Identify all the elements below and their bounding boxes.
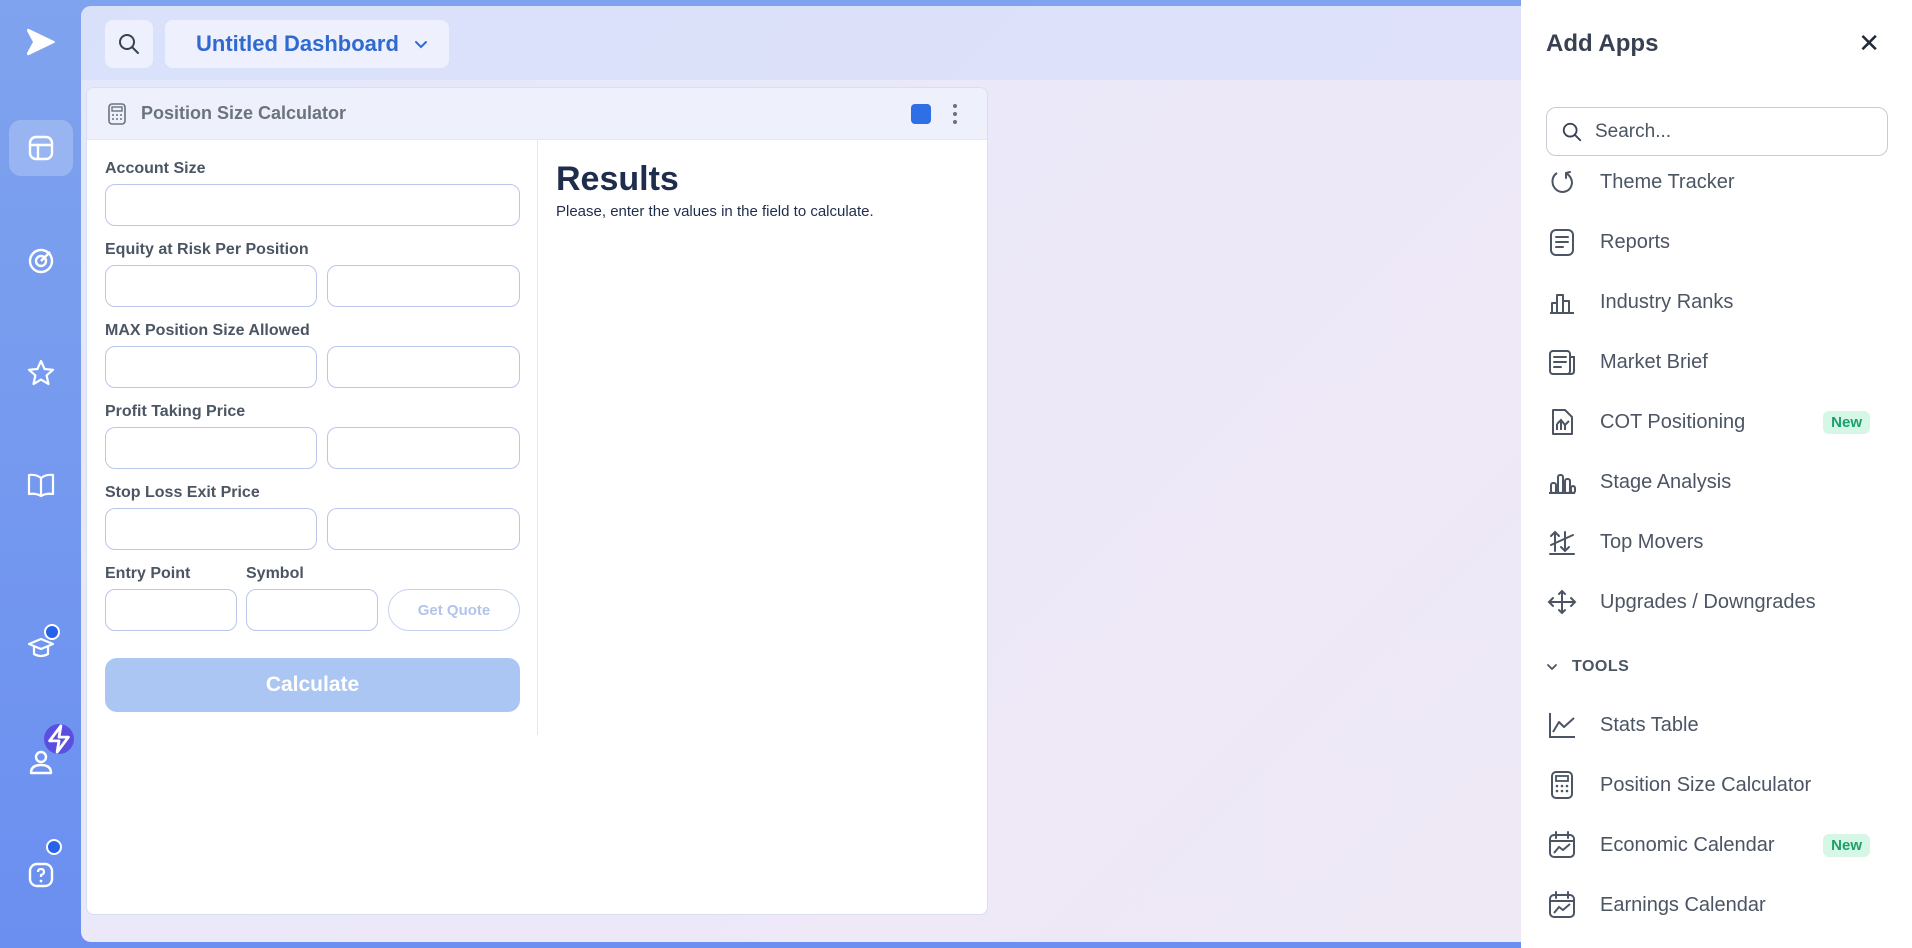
symbol-input[interactable] — [246, 589, 378, 631]
new-badge: New — [1823, 833, 1870, 857]
app-item-market-brief[interactable]: Market Brief — [1546, 340, 1888, 384]
equity-at-risk-input[interactable] — [105, 265, 317, 307]
search-button[interactable] — [105, 20, 153, 68]
account-size-input[interactable] — [105, 184, 520, 226]
calculator-icon — [108, 102, 126, 125]
equity-at-risk-label: Equity at Risk Per Position — [105, 241, 309, 258]
app-item-top-movers[interactable]: Top Movers — [1546, 520, 1888, 564]
chevron-down-icon — [1547, 664, 1557, 671]
account-nav-button[interactable] — [9, 724, 74, 790]
notification-dot — [44, 624, 60, 640]
search-icon — [119, 34, 139, 54]
max-position-percent-input[interactable] — [327, 346, 520, 388]
app-item-stage-analysis[interactable]: Stage Analysis — [1546, 460, 1888, 504]
app-item-position-size-calculator[interactable]: Position Size Calculator — [1546, 763, 1888, 807]
symbol-label: Symbol — [246, 565, 304, 582]
newspaper-icon — [1546, 346, 1578, 378]
new-badge: New — [1823, 410, 1870, 434]
stop-loss-percent-input[interactable] — [327, 508, 520, 550]
profit-taking-input[interactable] — [105, 427, 317, 469]
scanner-nav-button[interactable] — [9, 233, 73, 289]
dashboard-selector[interactable]: Untitled Dashboard — [165, 20, 449, 68]
search-icon — [1562, 122, 1582, 141]
calendar-chart-icon — [1546, 889, 1578, 921]
calendar-chart-icon — [1546, 829, 1578, 861]
dashboard-name: Untitled Dashboard — [196, 31, 399, 56]
bar-chart-icon — [1546, 286, 1578, 318]
calculator-form: Account Size Equity at Risk Per Position… — [87, 140, 538, 735]
app-item-theme-tracker[interactable]: Theme Tracker — [1546, 160, 1888, 204]
widget-color-picker[interactable] — [911, 104, 931, 124]
widget-header: Position Size Calculator — [87, 88, 987, 140]
app-logo[interactable] — [21, 22, 61, 62]
learn-nav-button[interactable] — [9, 457, 73, 513]
arrows-icon — [1546, 586, 1578, 618]
results-title: Results — [556, 160, 679, 198]
profit-taking-label: Profit Taking Price — [105, 403, 246, 420]
dashboard-area: Untitled Dashboard Position Size Calcula… — [81, 6, 1521, 942]
app-item-economic-calendar[interactable]: Economic Calendar New — [1546, 823, 1888, 867]
app-item-upgrades-downgrades[interactable]: Upgrades / Downgrades — [1546, 580, 1888, 624]
star-icon — [27, 359, 55, 386]
dashboard-icon — [28, 135, 54, 161]
calculate-button[interactable]: Calculate — [105, 658, 520, 712]
document-icon — [1546, 226, 1578, 258]
help-nav-button[interactable] — [9, 839, 73, 903]
dashboard-topbar: Untitled Dashboard — [81, 6, 1521, 80]
calculator-icon — [1546, 769, 1578, 801]
max-position-input[interactable] — [105, 346, 317, 388]
entry-point-label: Entry Point — [105, 565, 191, 582]
help-icon — [28, 862, 54, 888]
widget-title: Position Size Calculator — [141, 103, 347, 123]
app-item-reports[interactable]: Reports — [1546, 220, 1888, 264]
profit-taking-percent-input[interactable] — [327, 427, 520, 469]
left-rail — [0, 0, 81, 948]
widget-menu-icon[interactable] — [949, 102, 961, 126]
app-item-industry-ranks[interactable]: Industry Ranks — [1546, 280, 1888, 324]
apps-search-field[interactable] — [1546, 107, 1888, 156]
entry-point-input[interactable] — [105, 589, 237, 631]
favorites-nav-button[interactable] — [9, 345, 73, 401]
chevron-down-icon — [414, 41, 427, 49]
position-size-calculator-widget: Position Size Calculator Account Size Eq… — [86, 87, 988, 915]
report-chart-icon — [1546, 406, 1578, 438]
refresh-icon — [1546, 166, 1578, 198]
education-nav-button[interactable] — [9, 620, 73, 676]
panel-title: Add Apps — [1546, 30, 1659, 57]
tools-section-header[interactable]: TOOLS — [1546, 658, 1629, 676]
movers-icon — [1546, 526, 1578, 558]
stop-loss-input[interactable] — [105, 508, 317, 550]
app-item-cot-positioning[interactable]: COT Positioning New — [1546, 400, 1888, 444]
stage-chart-icon — [1546, 466, 1578, 498]
apps-search-input[interactable] — [1595, 120, 1875, 143]
notification-dot — [46, 839, 62, 855]
get-quote-button[interactable]: Get Quote — [388, 589, 520, 631]
book-icon — [27, 473, 55, 498]
results-message: Please, enter the values in the field to… — [556, 203, 874, 220]
equity-at-risk-percent-input[interactable] — [327, 265, 520, 307]
stop-loss-label: Stop Loss Exit Price — [105, 484, 260, 501]
dashboard-nav-button[interactable] — [9, 120, 73, 176]
max-position-label: MAX Position Size Allowed — [105, 322, 310, 339]
add-apps-panel: Add Apps ✕ Theme Tracker Reports Industr… — [1521, 0, 1912, 948]
account-size-label: Account Size — [105, 160, 206, 177]
lightning-icon — [44, 724, 74, 754]
close-icon[interactable]: ✕ — [1858, 30, 1880, 56]
app-item-stats-table[interactable]: Stats Table — [1546, 703, 1888, 747]
tools-section-label: TOOLS — [1572, 658, 1630, 675]
results-section: Results Please, enter the values in the … — [556, 160, 874, 220]
app-item-earnings-calendar[interactable]: Earnings Calendar — [1546, 883, 1888, 927]
radar-icon — [28, 248, 54, 274]
line-chart-icon — [1546, 709, 1578, 741]
